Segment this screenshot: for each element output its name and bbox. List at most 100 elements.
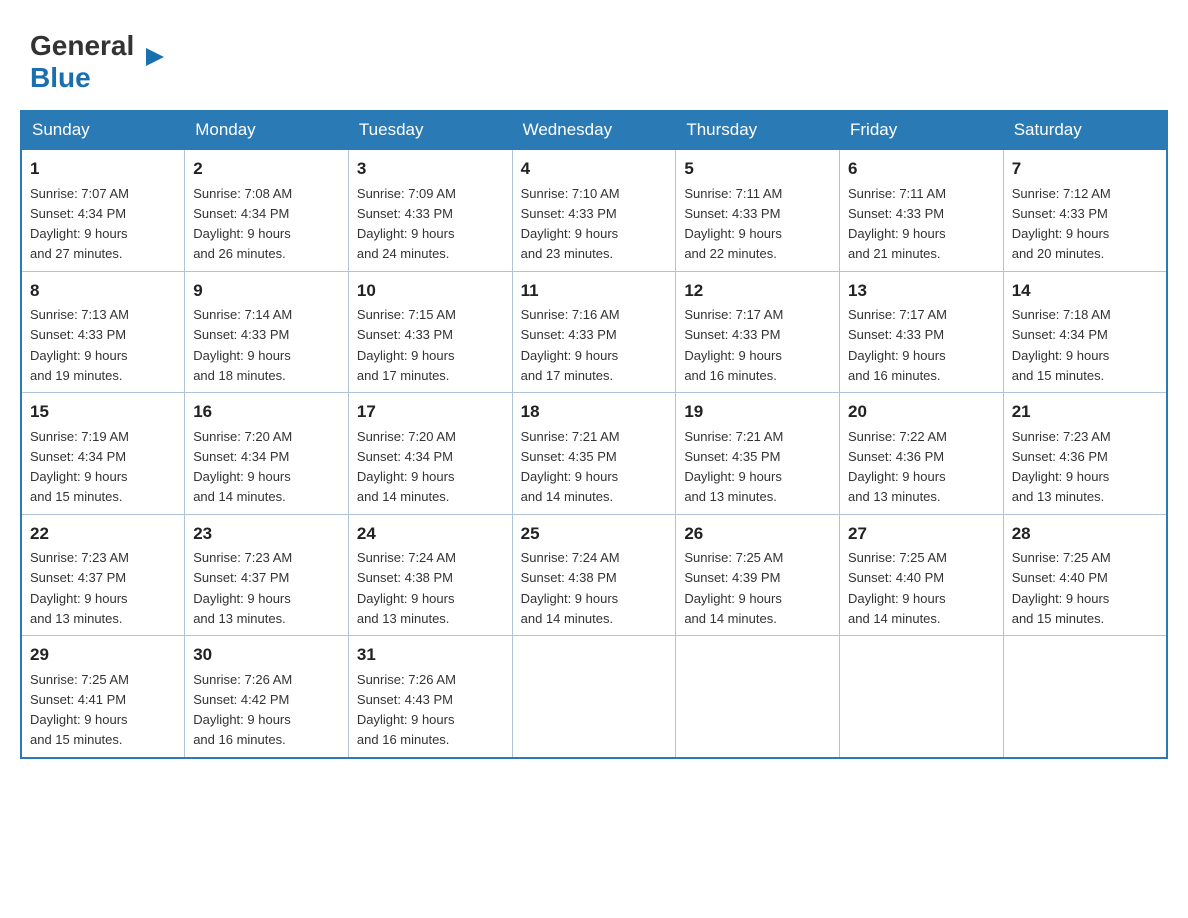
day-number: 22: [30, 521, 176, 547]
day-number: 16: [193, 399, 340, 425]
calendar-table: SundayMondayTuesdayWednesdayThursdayFrid…: [20, 110, 1168, 759]
day-cell-21: 21 Sunrise: 7:23 AMSunset: 4:36 PMDaylig…: [1003, 393, 1167, 515]
day-cell-26: 26 Sunrise: 7:25 AMSunset: 4:39 PMDaylig…: [676, 514, 840, 636]
weekday-header-row: SundayMondayTuesdayWednesdayThursdayFrid…: [21, 111, 1167, 149]
day-cell-6: 6 Sunrise: 7:11 AMSunset: 4:33 PMDayligh…: [840, 149, 1004, 271]
logo-general: General: [30, 30, 134, 62]
day-cell-22: 22 Sunrise: 7:23 AMSunset: 4:37 PMDaylig…: [21, 514, 185, 636]
week-row-4: 22 Sunrise: 7:23 AMSunset: 4:37 PMDaylig…: [21, 514, 1167, 636]
day-number: 20: [848, 399, 995, 425]
logo-triangle-icon: [146, 48, 164, 66]
day-info: Sunrise: 7:23 AMSunset: 4:37 PMDaylight:…: [30, 550, 129, 626]
page-header: General Blue: [20, 20, 1168, 94]
day-number: 1: [30, 156, 176, 182]
day-info: Sunrise: 7:26 AMSunset: 4:42 PMDaylight:…: [193, 672, 292, 748]
day-cell-11: 11 Sunrise: 7:16 AMSunset: 4:33 PMDaylig…: [512, 271, 676, 393]
day-number: 24: [357, 521, 504, 547]
weekday-header-friday: Friday: [840, 111, 1004, 149]
day-cell-10: 10 Sunrise: 7:15 AMSunset: 4:33 PMDaylig…: [348, 271, 512, 393]
week-row-5: 29 Sunrise: 7:25 AMSunset: 4:41 PMDaylig…: [21, 636, 1167, 758]
day-cell-17: 17 Sunrise: 7:20 AMSunset: 4:34 PMDaylig…: [348, 393, 512, 515]
day-info: Sunrise: 7:22 AMSunset: 4:36 PMDaylight:…: [848, 429, 947, 505]
day-info: Sunrise: 7:18 AMSunset: 4:34 PMDaylight:…: [1012, 307, 1111, 383]
day-number: 31: [357, 642, 504, 668]
day-cell-8: 8 Sunrise: 7:13 AMSunset: 4:33 PMDayligh…: [21, 271, 185, 393]
weekday-header-sunday: Sunday: [21, 111, 185, 149]
day-cell-15: 15 Sunrise: 7:19 AMSunset: 4:34 PMDaylig…: [21, 393, 185, 515]
day-info: Sunrise: 7:11 AMSunset: 4:33 PMDaylight:…: [848, 186, 946, 262]
day-info: Sunrise: 7:17 AMSunset: 4:33 PMDaylight:…: [848, 307, 947, 383]
day-cell-31: 31 Sunrise: 7:26 AMSunset: 4:43 PMDaylig…: [348, 636, 512, 758]
day-info: Sunrise: 7:23 AMSunset: 4:37 PMDaylight:…: [193, 550, 292, 626]
day-number: 23: [193, 521, 340, 547]
day-info: Sunrise: 7:21 AMSunset: 4:35 PMDaylight:…: [684, 429, 783, 505]
day-info: Sunrise: 7:07 AMSunset: 4:34 PMDaylight:…: [30, 186, 129, 262]
week-row-2: 8 Sunrise: 7:13 AMSunset: 4:33 PMDayligh…: [21, 271, 1167, 393]
day-cell-7: 7 Sunrise: 7:12 AMSunset: 4:33 PMDayligh…: [1003, 149, 1167, 271]
day-number: 21: [1012, 399, 1158, 425]
day-number: 4: [521, 156, 668, 182]
day-number: 6: [848, 156, 995, 182]
weekday-header-saturday: Saturday: [1003, 111, 1167, 149]
day-cell-18: 18 Sunrise: 7:21 AMSunset: 4:35 PMDaylig…: [512, 393, 676, 515]
day-number: 10: [357, 278, 504, 304]
day-info: Sunrise: 7:25 AMSunset: 4:41 PMDaylight:…: [30, 672, 129, 748]
day-number: 11: [521, 278, 668, 304]
day-info: Sunrise: 7:12 AMSunset: 4:33 PMDaylight:…: [1012, 186, 1111, 262]
day-info: Sunrise: 7:19 AMSunset: 4:34 PMDaylight:…: [30, 429, 129, 505]
day-cell-14: 14 Sunrise: 7:18 AMSunset: 4:34 PMDaylig…: [1003, 271, 1167, 393]
day-number: 17: [357, 399, 504, 425]
day-info: Sunrise: 7:24 AMSunset: 4:38 PMDaylight:…: [357, 550, 456, 626]
day-number: 5: [684, 156, 831, 182]
day-number: 18: [521, 399, 668, 425]
day-info: Sunrise: 7:15 AMSunset: 4:33 PMDaylight:…: [357, 307, 456, 383]
day-number: 19: [684, 399, 831, 425]
day-cell-5: 5 Sunrise: 7:11 AMSunset: 4:33 PMDayligh…: [676, 149, 840, 271]
weekday-header-thursday: Thursday: [676, 111, 840, 149]
day-info: Sunrise: 7:10 AMSunset: 4:33 PMDaylight:…: [521, 186, 620, 262]
day-cell-19: 19 Sunrise: 7:21 AMSunset: 4:35 PMDaylig…: [676, 393, 840, 515]
empty-cell: [840, 636, 1004, 758]
day-cell-24: 24 Sunrise: 7:24 AMSunset: 4:38 PMDaylig…: [348, 514, 512, 636]
weekday-header-wednesday: Wednesday: [512, 111, 676, 149]
day-number: 3: [357, 156, 504, 182]
day-info: Sunrise: 7:11 AMSunset: 4:33 PMDaylight:…: [684, 186, 782, 262]
day-cell-4: 4 Sunrise: 7:10 AMSunset: 4:33 PMDayligh…: [512, 149, 676, 271]
day-number: 28: [1012, 521, 1158, 547]
day-info: Sunrise: 7:23 AMSunset: 4:36 PMDaylight:…: [1012, 429, 1111, 505]
day-number: 9: [193, 278, 340, 304]
day-cell-1: 1 Sunrise: 7:07 AMSunset: 4:34 PMDayligh…: [21, 149, 185, 271]
day-info: Sunrise: 7:24 AMSunset: 4:38 PMDaylight:…: [521, 550, 620, 626]
day-cell-27: 27 Sunrise: 7:25 AMSunset: 4:40 PMDaylig…: [840, 514, 1004, 636]
week-row-3: 15 Sunrise: 7:19 AMSunset: 4:34 PMDaylig…: [21, 393, 1167, 515]
day-number: 13: [848, 278, 995, 304]
day-number: 8: [30, 278, 176, 304]
empty-cell: [512, 636, 676, 758]
logo: General Blue: [30, 30, 146, 94]
day-info: Sunrise: 7:25 AMSunset: 4:40 PMDaylight:…: [848, 550, 947, 626]
day-cell-23: 23 Sunrise: 7:23 AMSunset: 4:37 PMDaylig…: [185, 514, 349, 636]
day-cell-3: 3 Sunrise: 7:09 AMSunset: 4:33 PMDayligh…: [348, 149, 512, 271]
day-info: Sunrise: 7:25 AMSunset: 4:40 PMDaylight:…: [1012, 550, 1111, 626]
day-info: Sunrise: 7:16 AMSunset: 4:33 PMDaylight:…: [521, 307, 620, 383]
day-info: Sunrise: 7:14 AMSunset: 4:33 PMDaylight:…: [193, 307, 292, 383]
day-info: Sunrise: 7:21 AMSunset: 4:35 PMDaylight:…: [521, 429, 620, 505]
day-cell-9: 9 Sunrise: 7:14 AMSunset: 4:33 PMDayligh…: [185, 271, 349, 393]
day-number: 12: [684, 278, 831, 304]
day-cell-13: 13 Sunrise: 7:17 AMSunset: 4:33 PMDaylig…: [840, 271, 1004, 393]
day-cell-29: 29 Sunrise: 7:25 AMSunset: 4:41 PMDaylig…: [21, 636, 185, 758]
weekday-header-tuesday: Tuesday: [348, 111, 512, 149]
day-info: Sunrise: 7:25 AMSunset: 4:39 PMDaylight:…: [684, 550, 783, 626]
day-cell-12: 12 Sunrise: 7:17 AMSunset: 4:33 PMDaylig…: [676, 271, 840, 393]
day-cell-20: 20 Sunrise: 7:22 AMSunset: 4:36 PMDaylig…: [840, 393, 1004, 515]
day-cell-30: 30 Sunrise: 7:26 AMSunset: 4:42 PMDaylig…: [185, 636, 349, 758]
day-cell-16: 16 Sunrise: 7:20 AMSunset: 4:34 PMDaylig…: [185, 393, 349, 515]
day-number: 25: [521, 521, 668, 547]
day-number: 15: [30, 399, 176, 425]
day-cell-2: 2 Sunrise: 7:08 AMSunset: 4:34 PMDayligh…: [185, 149, 349, 271]
day-cell-25: 25 Sunrise: 7:24 AMSunset: 4:38 PMDaylig…: [512, 514, 676, 636]
day-number: 30: [193, 642, 340, 668]
day-number: 29: [30, 642, 176, 668]
day-cell-28: 28 Sunrise: 7:25 AMSunset: 4:40 PMDaylig…: [1003, 514, 1167, 636]
day-info: Sunrise: 7:08 AMSunset: 4:34 PMDaylight:…: [193, 186, 292, 262]
